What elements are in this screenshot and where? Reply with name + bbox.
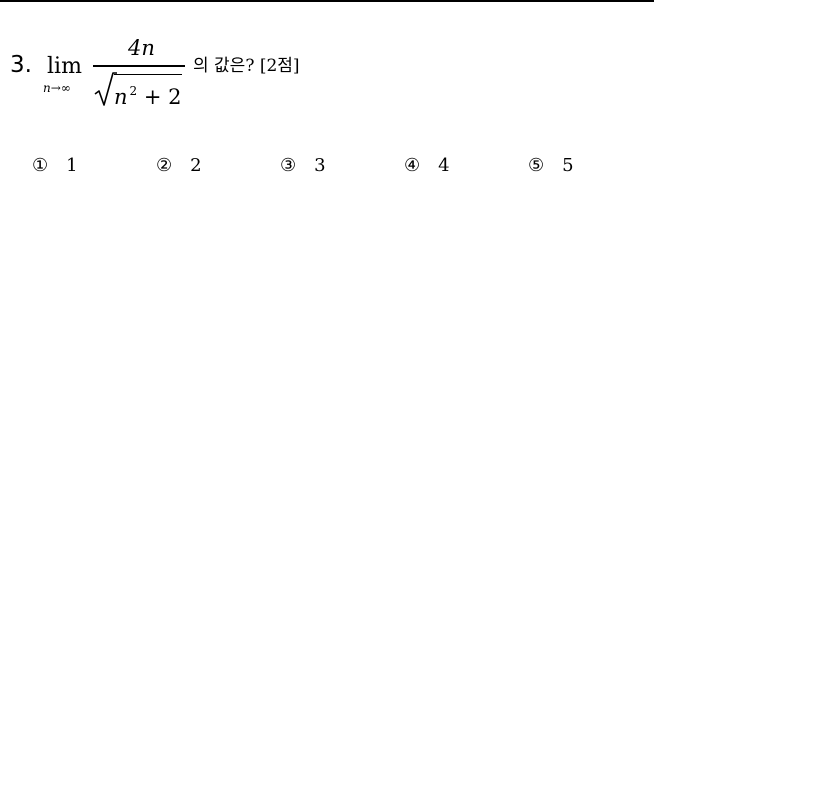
- question-3: 3. lim n→∞ 4n n2 + 2 의 값은? [2점]: [10, 36, 650, 116]
- choice-mark: ①: [32, 155, 49, 176]
- choice-2[interactable]: ②2: [156, 154, 202, 178]
- choice-4[interactable]: ④4: [404, 154, 450, 178]
- choice-5[interactable]: ⑤5: [528, 154, 574, 178]
- choice-value: 4: [438, 155, 450, 176]
- fraction-numerator: 4n: [128, 36, 155, 60]
- choice-value: 3: [314, 155, 326, 176]
- choice-value: 2: [190, 155, 202, 176]
- choice-3[interactable]: ③3: [280, 154, 326, 178]
- radicand-constant: + 2: [143, 85, 182, 109]
- choice-value: 5: [562, 155, 574, 176]
- choice-mark: ⑤: [528, 155, 545, 176]
- choice-mark: ③: [280, 155, 297, 176]
- limit-word: lim: [47, 54, 82, 79]
- question-number: 3.: [10, 52, 32, 78]
- radicand-exponent: 2: [129, 84, 138, 98]
- question-text: 의 값은? [2점]: [193, 56, 300, 76]
- choice-mark: ④: [404, 155, 421, 176]
- choice-value: 1: [66, 155, 78, 176]
- limit-subscript: n→∞: [43, 81, 71, 95]
- choice-mark: ②: [156, 155, 173, 176]
- radicand-variable: n: [114, 85, 128, 109]
- top-divider: [0, 0, 654, 2]
- fraction-bar: [93, 65, 185, 67]
- choice-1[interactable]: ①1: [32, 154, 78, 178]
- fraction-denominator: n2 + 2: [114, 74, 182, 109]
